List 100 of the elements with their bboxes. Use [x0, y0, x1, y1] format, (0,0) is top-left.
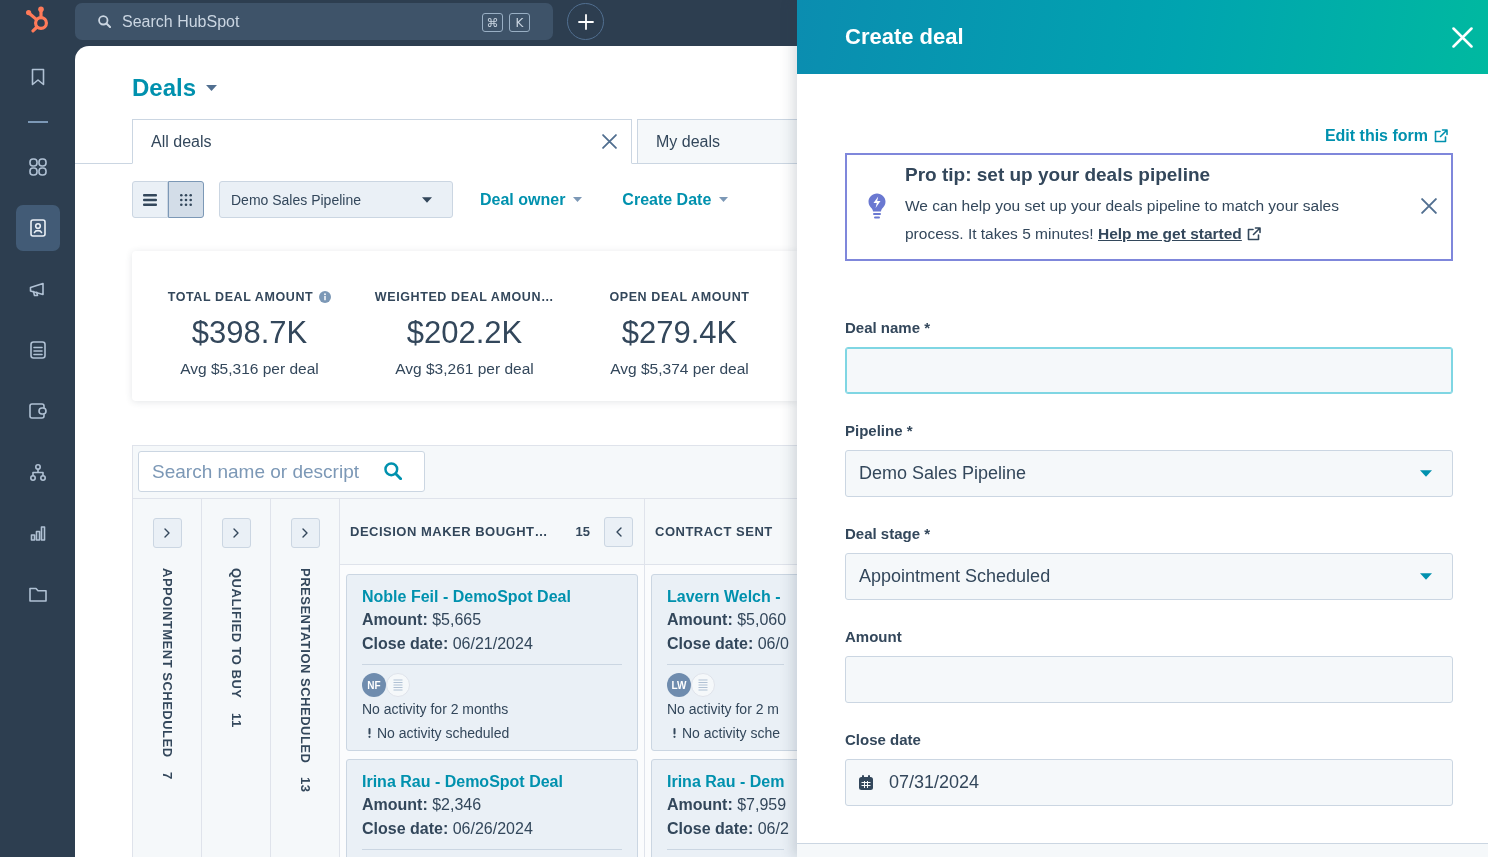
help-link[interactable]: Help me get started: [1098, 220, 1261, 248]
expand-column-button[interactable]: [152, 518, 182, 548]
bookmark-icon: [30, 68, 45, 86]
view-mode-button[interactable]: [168, 181, 204, 218]
external-link-icon: [1246, 227, 1261, 241]
activity-text: No activity for 2 m: [667, 700, 780, 719]
stat-average: Avg $3,261 per deal: [395, 359, 534, 379]
field-label: Close date: [845, 731, 922, 749]
owner-avatar: LW: [667, 673, 691, 697]
text-input[interactable]: [845, 347, 1453, 394]
close-button[interactable]: [1452, 26, 1473, 48]
stat-value: $202.2K: [406, 314, 523, 352]
chevron-right-icon: [164, 528, 170, 538]
shortcut-key: ⌘: [482, 13, 503, 32]
dismiss-button[interactable]: [1421, 197, 1437, 214]
deal-card[interactable]: Irina Rau - Dem Amount: $7,959 Close date: 06/2: [651, 759, 797, 857]
tip-text: We can help you set up your deals pipeline to match your sales process. It takes 5 minutes! Help me get started: [905, 192, 1391, 248]
column-count: 7: [159, 771, 175, 780]
stat-label: TOTAL DEAL AMOUNT: [167, 290, 314, 304]
stat-value: $279.4K: [621, 314, 738, 352]
view-tab[interactable]: My deals: [637, 119, 797, 163]
owner-avatar: NF: [362, 673, 386, 697]
close-date-text: Close date: 06/0: [667, 633, 789, 654]
close-date-text: Close date: 06/2: [667, 818, 789, 839]
column-title: PRESENTATION SCHEDULED: [297, 568, 313, 764]
filter-dropdown[interactable]: Create Date: [622, 190, 729, 209]
sidebar-button[interactable]: [15, 205, 60, 251]
hierarchy-icon: [29, 463, 46, 481]
field-label: Pipeline *: [845, 422, 914, 440]
stat-value: $398.7K: [191, 314, 308, 352]
column-count: 13: [297, 777, 313, 793]
column-title: QUALIFIED TO BUY: [228, 568, 244, 699]
field-label: Deal name *: [845, 319, 932, 337]
notepad-icon: [29, 341, 46, 359]
megaphone-icon: [28, 281, 47, 297]
activity-text: No activity for 2 months: [362, 700, 509, 719]
chevron-left-icon: [615, 526, 622, 537]
document-lines-icon: [386, 673, 410, 697]
pipeline-select[interactable]: Demo Sales Pipeline: [219, 181, 453, 218]
amount-text: Amount: $5,665: [362, 610, 482, 630]
deal-card[interactable]: Lavern Welch - Amount: $5,060 Close date: 06/0 LW No activity for 2 m No activity sche: [651, 574, 797, 751]
lightbulb-icon: [868, 192, 886, 219]
close-icon: [602, 134, 617, 149]
amount-text: Amount: $5,060: [667, 610, 787, 630]
plus-icon: [577, 13, 594, 30]
expand-column-button[interactable]: [290, 518, 320, 548]
contact-book-icon: [29, 219, 46, 237]
collapse-column-button[interactable]: [604, 516, 633, 547]
view-tab[interactable]: All deals: [132, 119, 632, 164]
stat-average: Avg $5,374 per deal: [610, 359, 749, 379]
caret-down-icon: [1420, 573, 1432, 580]
close-date-text: Close date: 06/21/2024: [362, 633, 533, 654]
page-title-dropdown[interactable]: Deals: [132, 74, 218, 102]
stat-label: OPEN DEAL AMOUNT: [609, 290, 750, 304]
column-title: APPOINTMENT SCHEDULED: [159, 568, 175, 758]
view-mode-button[interactable]: [132, 181, 168, 218]
filter-dropdown[interactable]: Deal owner: [480, 190, 583, 209]
caret-down-icon: [422, 196, 432, 203]
folder-icon: [28, 586, 47, 602]
expand-column-button[interactable]: [221, 518, 251, 548]
document-lines-icon: [691, 673, 715, 697]
close-icon: [1421, 197, 1437, 214]
edit-form-link[interactable]: Edit this form: [1324, 127, 1448, 145]
select-dropdown[interactable]: Appointment Scheduled: [845, 553, 1453, 600]
close-date-text: Close date: 06/26/2024: [362, 818, 533, 839]
shortcut-key: K: [509, 13, 530, 32]
chevron-right-icon: [233, 528, 239, 538]
exclamation-icon: [368, 728, 371, 738]
bar-chart-icon: [29, 525, 46, 541]
close-tab-button[interactable]: [600, 132, 619, 151]
tip-title: Pro tip: set up your deals pipeline: [905, 163, 1212, 187]
chevron-right-icon: [302, 528, 308, 538]
grid-view-icon: [180, 193, 192, 206]
column-count: 15: [575, 524, 590, 539]
caret-down-icon: [1420, 470, 1432, 477]
field-label: Deal stage *: [845, 525, 932, 543]
field-label: Amount: [845, 628, 903, 646]
sprocket-logo-icon: [24, 5, 51, 33]
calendar-icon: [859, 775, 873, 790]
apps-grid-icon: [28, 158, 47, 176]
column-title: DECISION MAKER BOUGHT…: [350, 524, 549, 539]
panel-title: Create deal: [845, 24, 964, 50]
wallet-icon: [28, 403, 47, 419]
select-dropdown[interactable]: Demo Sales Pipeline: [845, 450, 1453, 497]
stat-label: WEIGHTED DEAL AMOUN…: [374, 290, 555, 304]
close-icon: [1452, 26, 1473, 48]
external-link-icon: [1434, 129, 1448, 143]
caret-down-icon: [719, 197, 729, 202]
amount-text: Amount: $2,346: [362, 795, 482, 815]
search-icon: [98, 15, 111, 28]
caret-down-icon: [573, 197, 583, 202]
deal-card[interactable]: Noble Feil - DemoSpot Deal Amount: $5,665 Close date: 06/21/2024 NF No activity for 2 months No activity scheduled: [346, 574, 638, 751]
search-field[interactable]: Search name or descript: [138, 451, 425, 492]
caret-down-icon: [206, 85, 218, 91]
exclamation-icon: [673, 728, 676, 738]
stat-average: Avg $5,316 per deal: [180, 359, 319, 379]
search-icon: [384, 462, 402, 480]
text-input[interactable]: [845, 656, 1453, 703]
deal-card[interactable]: Irina Rau - DemoSpot Deal Amount: $2,346 Close date: 06/26/2024: [346, 759, 638, 857]
date-input[interactable]: 07/31/2024: [845, 759, 1453, 806]
